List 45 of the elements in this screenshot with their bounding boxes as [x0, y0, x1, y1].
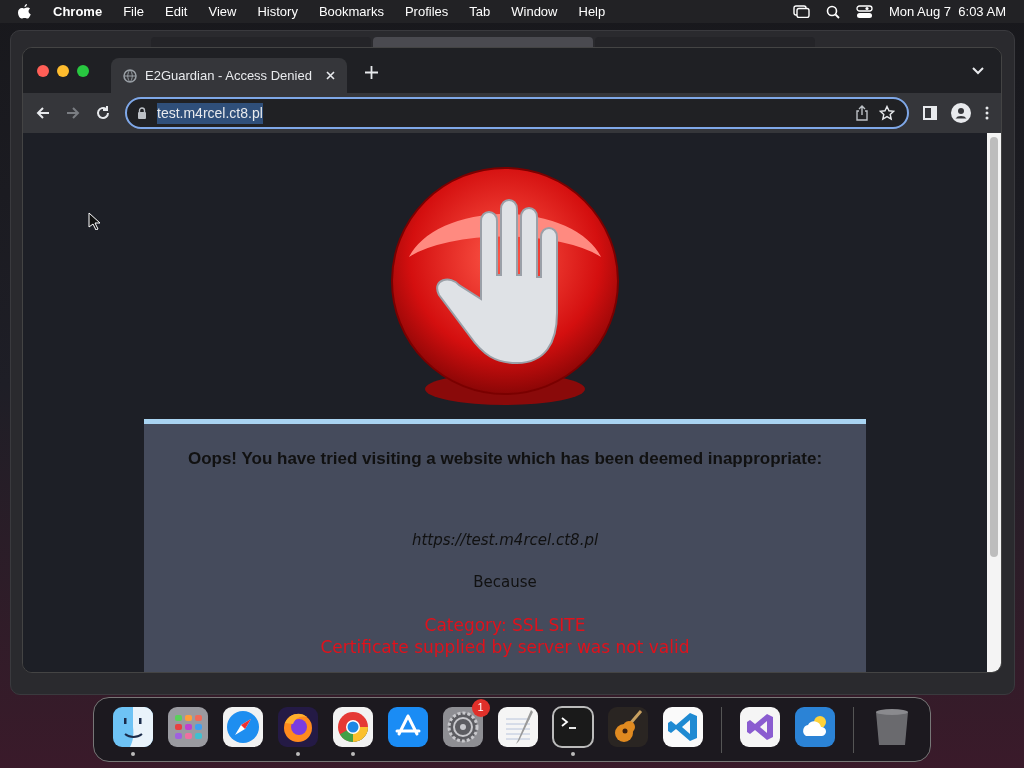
menu-item[interactable]: Help — [578, 1, 606, 22]
headline: Oops! You have tried visiting a website which has been deemed inappropriate: — [187, 448, 823, 470]
more-options-icon[interactable] — [985, 106, 989, 120]
notification-badge: 1 — [471, 698, 490, 717]
app-menu[interactable]: Chrome — [53, 1, 103, 22]
tab-title: E2Guardian - Access Denied — [145, 66, 313, 85]
cursor-icon — [88, 212, 100, 230]
menu-item[interactable]: View — [208, 1, 237, 22]
windows-icon[interactable] — [792, 5, 810, 18]
star-icon[interactable] — [879, 105, 895, 121]
blocked-url: https://test.m4rcel.ct8.pl — [411, 529, 599, 551]
menu-item[interactable]: Window — [511, 1, 558, 22]
back-icon[interactable] — [35, 105, 51, 121]
search-icon[interactable] — [825, 4, 840, 19]
menu-item[interactable]: Edit — [165, 1, 188, 22]
share-icon[interactable] — [855, 105, 869, 121]
control-center-icon[interactable] — [855, 4, 873, 19]
zoom-window-button[interactable] — [77, 64, 89, 77]
address-bar[interactable]: test.m4rcel.ct8.pl — [125, 97, 909, 129]
side-panel-icon[interactable] — [923, 106, 937, 120]
reason-text: Category: SSL SITE — [424, 613, 586, 636]
apple-logo-icon[interactable] — [18, 4, 31, 19]
lock-icon — [137, 107, 147, 119]
profile-icon[interactable] — [951, 103, 971, 123]
menu-item[interactable]: Tab — [469, 1, 491, 22]
menu-item[interactable]: History — [257, 1, 298, 22]
scrollbar-thumb[interactable] — [990, 137, 998, 557]
menu-item[interactable]: File — [123, 1, 145, 22]
forward-icon[interactable] — [65, 105, 81, 121]
menu-item[interactable]: Bookmarks — [318, 1, 384, 22]
reload-icon[interactable] — [95, 105, 111, 121]
browser-tab[interactable]: E2Guardian - Access Denied — [111, 58, 347, 93]
url-text: test.m4rcel.ct8.pl — [157, 102, 263, 124]
terminal-icon[interactable] — [549, 703, 596, 750]
chevron-down-icon[interactable] — [971, 65, 985, 76]
globe-icon — [123, 68, 137, 83]
because-label: Because — [473, 572, 537, 593]
close-window-button[interactable] — [37, 64, 49, 77]
close-tab-icon[interactable] — [326, 71, 335, 80]
reason-text: Certificate supplied by server was not valid — [320, 635, 690, 658]
minimize-window-button[interactable] — [57, 64, 69, 77]
scrollbar[interactable] — [987, 133, 1001, 672]
clock[interactable]: Mon Aug 7 6:03 AM — [888, 1, 1006, 22]
menu-item[interactable]: Profiles — [404, 1, 449, 22]
new-tab-icon[interactable] — [365, 66, 378, 79]
